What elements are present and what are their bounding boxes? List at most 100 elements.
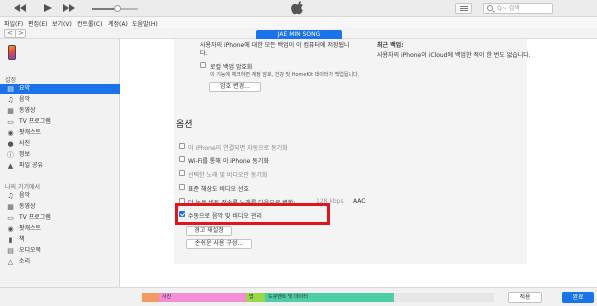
- volume-slider[interactable]: [92, 5, 138, 12]
- latest-backup-text: 사용자의 iPhone이 iCloud에 백업한 적이 한 번도 없습니다.: [377, 52, 531, 59]
- sync-checked-only-label: 선택한 노래 및 비디오만 동기화: [188, 172, 268, 179]
- done-button[interactable]: 완료: [562, 292, 594, 303]
- sidebar-item-label: 동영상: [19, 107, 36, 114]
- menu-account[interactable]: 계정(A): [108, 19, 128, 28]
- encrypt-backup-desc: 이 기능에 체크하면 계정 암호, 건강 및 HomeKit 데이터가 백업됩니…: [210, 72, 360, 78]
- menu-bar: 파일(F) 편집(E) 보기(V) 컨트롤(C) 계정(A) 도움말(H): [0, 17, 597, 28]
- back-button[interactable]: <: [7, 30, 13, 37]
- sidebar-item-summary[interactable]: ▤ 요약: [0, 84, 120, 94]
- backup-description-line2: 다.: [200, 50, 208, 57]
- iphone-device-icon[interactable]: [8, 45, 16, 60]
- apple-logo-icon: [291, 1, 304, 15]
- sidebar-item-label: 음악: [19, 192, 31, 199]
- capacity-segment-photos-extra: [203, 293, 246, 302]
- sidebar: 설정 ▤ 요약 ♫ 음악 ▦ 동영상 ▭ TV 프로그램 ◉ 팟캐스트 ● 사진…: [0, 39, 120, 287]
- sidebar-item-file-sharing[interactable]: ▲ 파일 공유: [0, 161, 120, 171]
- capacity-segment-other: [142, 293, 159, 302]
- movie-icon: ▦: [7, 203, 14, 211]
- tv-icon: ▭: [7, 214, 14, 222]
- bell-icon: △: [7, 258, 14, 266]
- sidebar-item-podcasts[interactable]: ◉ 팟캐스트: [0, 128, 120, 138]
- music-icon: ♫: [7, 192, 14, 200]
- sidebar-item-label: 소리: [19, 258, 31, 265]
- prefer-sd-label: 표준 해상도 비디오 선호: [188, 186, 249, 193]
- wifi-sync-label: Wi-Fi를 통해 이 iPhone 동기화: [188, 158, 269, 165]
- info-icon: ⓘ: [7, 151, 14, 159]
- sidebar-item-label: 정보: [19, 151, 31, 158]
- bottom-bar: 사진 앱 도큐멘트 및 데이터 적용 완료: [0, 287, 597, 306]
- search-placeholder: Q~ 검색: [497, 5, 520, 12]
- play-button[interactable]: [42, 3, 56, 14]
- toolbar: Q~ 검색: [0, 0, 597, 17]
- sidebar-item-label: 동영상: [19, 203, 36, 210]
- movie-icon: ▦: [7, 107, 14, 115]
- history-buttons: < >: [4, 29, 26, 38]
- wifi-sync-checkbox[interactable]: [179, 156, 185, 162]
- book-icon: ▮: [8, 236, 13, 244]
- sidebar-item-device-movies[interactable]: ▦ 동영상: [0, 202, 120, 212]
- fast-forward-button[interactable]: [63, 3, 77, 14]
- sidebar-item-label: 사진: [19, 140, 31, 147]
- highlight-box: [175, 203, 330, 225]
- menu-edit[interactable]: 편집(E): [28, 19, 48, 28]
- apply-button[interactable]: 적용: [508, 292, 542, 303]
- capacity-segment-photos: 사진: [159, 293, 203, 302]
- sidebar-item-photos[interactable]: ● 사진: [0, 139, 120, 149]
- music-icon: ♫: [7, 96, 14, 104]
- forward-button[interactable]: >: [18, 30, 24, 37]
- sidebar-item-device-audiobooks[interactable]: ▤ 오디오북: [0, 246, 120, 256]
- sidebar-item-device-music[interactable]: ♫ 음악: [0, 191, 120, 201]
- sidebar-item-label: 요약: [19, 85, 31, 92]
- options-title: 옵션: [176, 120, 193, 130]
- list-view-button[interactable]: [455, 3, 472, 14]
- sidebar-item-device-tones[interactable]: △ 소리: [0, 257, 120, 267]
- capacity-segment-apps: 앱: [246, 293, 260, 302]
- sidebar-item-label: TV 프로그램: [19, 214, 51, 221]
- sidebar-item-movies[interactable]: ▦ 동영상: [0, 106, 120, 116]
- tv-icon: ▭: [7, 118, 14, 126]
- auto-sync-label: 이 iPhone이 연결되면 자동으로 동기화: [188, 145, 288, 152]
- file-share-icon: ▲: [7, 162, 14, 170]
- sidebar-settings-header: 설정: [5, 77, 17, 84]
- backup-description-line1: 사용자의 iPhone에 대한 모든 백업이 이 컴퓨터에 저장됩니: [200, 42, 350, 49]
- format-value: AAC: [353, 198, 366, 205]
- volume-knob[interactable]: [114, 5, 122, 12]
- auto-sync-checkbox[interactable]: [179, 143, 185, 149]
- sidebar-item-label: TV 프로그램: [19, 118, 51, 125]
- sidebar-device-header: 나의 기기에서: [5, 184, 41, 191]
- sync-checked-only-checkbox[interactable]: [179, 170, 185, 176]
- prefer-sd-checkbox[interactable]: [179, 184, 185, 190]
- sidebar-item-label: 음악: [19, 96, 31, 103]
- sidebar-item-music[interactable]: ♫ 음악: [0, 95, 120, 105]
- sidebar-item-label: 파일 공유: [19, 162, 43, 169]
- encrypt-backup-label: 로컬 백업 암호화: [210, 64, 253, 71]
- search-input[interactable]: Q~ 검색: [483, 3, 553, 14]
- menu-view[interactable]: 보기(V): [52, 19, 72, 28]
- latest-backup-title: 최근 백업:: [377, 42, 404, 49]
- sidebar-item-info[interactable]: ⓘ 정보: [0, 150, 120, 160]
- sidebar-item-tv[interactable]: ▭ TV 프로그램: [0, 117, 120, 127]
- accessibility-button[interactable]: 손쉬운 사용 구성...: [186, 239, 252, 249]
- summary-icon: ▤: [7, 85, 14, 93]
- sidebar-item-device-podcasts[interactable]: ◉ 팟캐스트: [0, 224, 120, 234]
- capacity-bar: 사진 앱 도큐멘트 및 데이터: [142, 293, 494, 302]
- menu-help[interactable]: 도움말(H): [132, 19, 158, 28]
- podcast-icon: ◉: [7, 225, 14, 233]
- sidebar-item-device-tv[interactable]: ▭ TV 프로그램: [0, 213, 120, 223]
- audiobook-icon: ▤: [7, 247, 14, 255]
- photo-icon: ●: [7, 140, 14, 148]
- change-password-button[interactable]: 암호 변경...: [209, 82, 261, 92]
- sidebar-item-label: 팟캐스트: [19, 129, 42, 136]
- sidebar-item-label: 팟캐스트: [19, 225, 42, 232]
- encrypt-backup-checkbox[interactable]: [200, 62, 206, 68]
- reset-warnings-button[interactable]: 경고 재설정: [186, 226, 232, 236]
- rewind-button[interactable]: [14, 3, 28, 14]
- podcast-icon: ◉: [7, 129, 14, 137]
- sidebar-item-label: 책: [19, 236, 25, 243]
- menu-controls[interactable]: 컨트롤(C): [77, 19, 102, 28]
- capacity-segment-documents: 도큐멘트 및 데이터: [265, 293, 394, 302]
- menu-file[interactable]: 파일(F): [4, 19, 23, 28]
- sidebar-item-label: 오디오북: [19, 247, 42, 254]
- sidebar-item-device-books[interactable]: ▮ 책: [0, 235, 120, 245]
- capacity-segment-free: [394, 293, 494, 302]
